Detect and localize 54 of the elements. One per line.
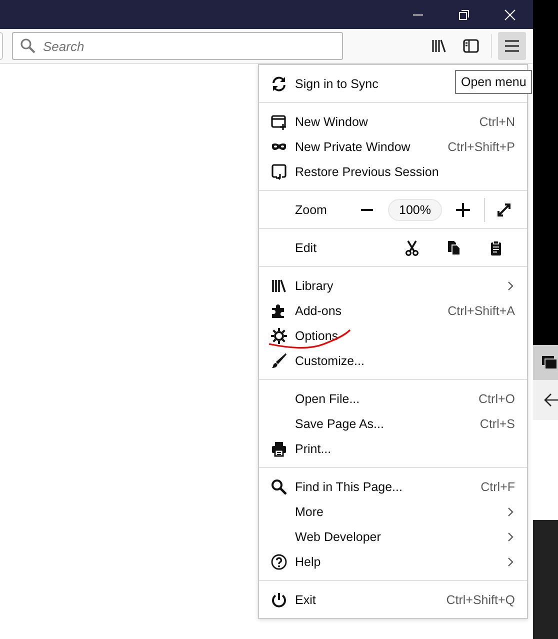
search-icon — [20, 38, 36, 54]
puzzle-icon — [271, 302, 287, 318]
expand-arrows-icon — [497, 202, 511, 216]
menu-item[interactable]: Find in This Page... Ctrl+F — [259, 474, 527, 499]
menu-item[interactable]: New Window Ctrl+N — [259, 109, 527, 134]
menu-item[interactable]: Options — [259, 323, 527, 348]
menu-item[interactable]: New Private Window Ctrl+Shift+P — [259, 134, 527, 159]
restore-session-icon — [271, 164, 287, 180]
search-field[interactable]: Search — [12, 32, 343, 60]
back-button[interactable] — [533, 380, 558, 420]
close-icon — [504, 8, 516, 20]
menu-item[interactable]: Help — [259, 549, 527, 574]
minimize-icon — [413, 14, 423, 16]
sync-icon — [271, 76, 287, 92]
printer-icon — [271, 440, 287, 456]
copy-icon — [447, 240, 461, 256]
menu-item[interactable]: Restore Previous Session — [259, 159, 527, 184]
menu-item[interactable]: Add-ons Ctrl+Shift+A — [259, 298, 527, 323]
clipboard-icon — [490, 240, 502, 256]
chevron-icon — [507, 280, 515, 290]
new-window-icon — [271, 114, 287, 130]
window-tab[interactable] — [533, 345, 558, 380]
minus-icon — [361, 208, 374, 210]
menu-icon — [505, 40, 519, 52]
zoom-label: Zoom — [295, 202, 328, 216]
menu-item[interactable]: Library — [259, 273, 527, 298]
scissors-icon — [405, 240, 419, 256]
menu-item[interactable]: Save Page As... Ctrl+S — [259, 411, 527, 436]
plus-icon — [456, 202, 470, 216]
menu-item[interactable]: Customize... — [259, 348, 527, 373]
help-icon — [271, 554, 287, 570]
chevron-icon — [507, 556, 515, 566]
restore-icon — [459, 10, 469, 20]
library-icon — [431, 39, 447, 53]
menu-item[interactable]: Open File... Ctrl+O — [259, 386, 527, 411]
library-icon — [271, 278, 287, 294]
menu-item[interactable]: Print... — [259, 436, 527, 461]
search-icon — [271, 478, 287, 494]
address-field[interactable] — [0, 32, 3, 60]
gear-icon — [271, 328, 287, 344]
zoom-reset-button[interactable]: 100% — [388, 198, 442, 220]
menu-button[interactable] — [498, 32, 526, 60]
chevron-icon — [507, 532, 515, 542]
chevron-icon — [507, 506, 515, 516]
sidebar-icon — [463, 39, 479, 53]
tooltip: Open menu — [455, 70, 532, 94]
back-arrow-icon — [544, 393, 558, 407]
menu-item[interactable]: Exit Ctrl+Shift+Q — [259, 587, 527, 612]
brush-icon — [271, 352, 287, 368]
menu-item[interactable]: Web Developer — [259, 524, 527, 549]
windows-icon — [542, 356, 558, 370]
edit-label: Edit — [295, 240, 318, 254]
menu-item[interactable]: More — [259, 499, 527, 524]
power-icon — [271, 592, 287, 608]
